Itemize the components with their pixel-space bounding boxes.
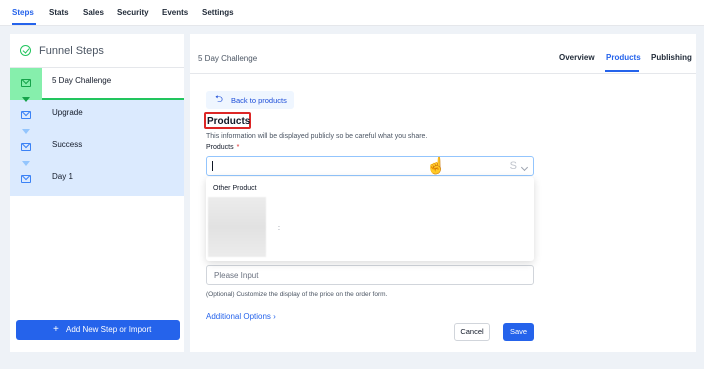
products-label-text: Products	[206, 144, 234, 151]
active-panel-tab-indicator	[605, 70, 639, 72]
mail-icon	[21, 111, 31, 119]
connector-arrow-icon	[22, 129, 30, 134]
save-button[interactable]: Save	[503, 323, 534, 341]
step-label: Success	[52, 140, 83, 149]
active-tab-indicator	[12, 23, 36, 25]
header-divider	[190, 73, 696, 74]
blurred-product-image[interactable]	[208, 197, 266, 257]
step-label: Day 1	[52, 172, 73, 181]
add-new-step-label: Add New Step or Import	[66, 325, 152, 334]
step-label: 5 Day Challenge	[52, 76, 112, 85]
back-to-products-button[interactable]: ⮌ Back to products	[206, 91, 294, 109]
product-separator: :	[278, 225, 280, 232]
tab-overview[interactable]: Overview	[559, 53, 595, 62]
sidebar-title: Funnel Steps	[39, 45, 104, 57]
chevron-down-icon[interactable]	[520, 163, 529, 172]
price-display-field[interactable]	[206, 265, 534, 285]
products-field-label: Products *	[206, 144, 239, 151]
mail-icon	[21, 175, 31, 183]
funnel-steps-sidebar: Funnel Steps 5 Day Challenge Upgrade Suc…	[10, 34, 184, 352]
price-display-hint: (Optional) Customize the display of the …	[206, 291, 388, 298]
required-mark: *	[236, 144, 240, 151]
sync-icon: S	[509, 160, 517, 172]
text-caret	[212, 161, 213, 171]
page-title: 5 Day Challenge	[198, 54, 258, 63]
mail-icon	[21, 79, 31, 87]
step-detail-panel: 5 Day Challenge Overview Products Publis…	[190, 34, 696, 352]
back-to-products-label: Back to products	[231, 96, 287, 105]
add-new-step-button[interactable]: + Add New Step or Import	[16, 320, 180, 340]
check-circle-icon	[20, 45, 31, 56]
section-title: Products	[207, 116, 251, 127]
additional-options-link[interactable]: Additional Options ›	[206, 312, 276, 321]
sidebar-header: Funnel Steps	[10, 34, 184, 68]
cancel-button[interactable]: Cancel	[454, 323, 490, 341]
tab-security[interactable]: Security	[117, 8, 149, 17]
connector-arrow-icon	[22, 161, 30, 166]
products-dropdown: Other Product :	[206, 177, 534, 261]
tab-stats[interactable]: Stats	[49, 8, 69, 17]
tab-steps[interactable]: Steps	[12, 8, 34, 17]
sidebar-step-success[interactable]: Success	[10, 132, 184, 166]
dropdown-option-other-product[interactable]: Other Product	[213, 185, 257, 192]
sidebar-step-day-1[interactable]: Day 1	[10, 164, 184, 196]
sidebar-step-5-day-challenge[interactable]: 5 Day Challenge	[10, 68, 184, 102]
top-navigation: Steps Stats Sales Security Events Settin…	[0, 0, 704, 26]
info-text: This information will be displayed publi…	[206, 133, 428, 140]
products-select[interactable]: S	[206, 156, 534, 176]
back-arrow-icon: ⮌	[215, 94, 224, 105]
tab-products[interactable]: Products	[606, 53, 641, 62]
connector-arrow-icon	[22, 97, 30, 102]
step-label: Upgrade	[52, 108, 83, 117]
price-display-input[interactable]	[214, 270, 514, 281]
tab-publishing[interactable]: Publishing	[651, 53, 692, 62]
tab-events[interactable]: Events	[162, 8, 188, 17]
sidebar-step-upgrade[interactable]: Upgrade	[10, 100, 184, 134]
tab-sales[interactable]: Sales	[83, 8, 104, 17]
tab-settings[interactable]: Settings	[202, 8, 234, 17]
mail-icon	[21, 143, 31, 151]
hand-pointer-icon: ☝	[426, 158, 446, 175]
plus-icon: +	[53, 324, 59, 335]
